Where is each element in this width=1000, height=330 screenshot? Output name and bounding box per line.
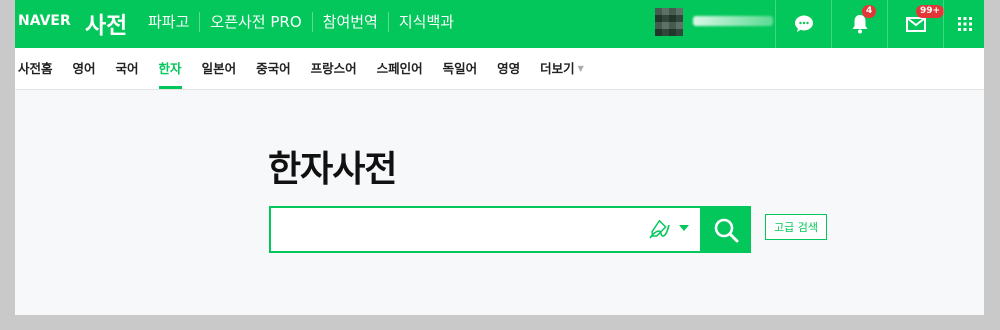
top-nav: 파파고 오픈사전 PRO 참여번역 지식백과 xyxy=(148,12,464,32)
chat-button[interactable] xyxy=(775,0,832,48)
page-frame: NAVER 사전 파파고 오픈사전 PRO 참여번역 지식백과 4 99+ 사전… xyxy=(15,0,984,315)
tab-home[interactable]: 사전홈 xyxy=(18,48,53,89)
tab-hanja[interactable]: 한자 xyxy=(158,48,182,89)
top-nav-encyclopedia[interactable]: 지식백과 xyxy=(387,12,464,32)
tab-japanese[interactable]: 일본어 xyxy=(202,48,237,89)
tab-chinese[interactable]: 중국어 xyxy=(256,48,291,89)
search-box xyxy=(269,206,751,253)
apps-grid-icon xyxy=(957,17,972,31)
chat-icon xyxy=(795,15,813,32)
tab-french[interactable]: 프랑스어 xyxy=(311,48,357,89)
user-name-blurred xyxy=(693,16,773,26)
tab-more[interactable]: 더보기 ▼ xyxy=(540,48,584,89)
search-input[interactable] xyxy=(279,216,633,245)
page-title: 한자사전 xyxy=(268,149,397,190)
tab-spanish[interactable]: 스페인어 xyxy=(377,48,423,89)
dictionary-tabs: 사전홈 영어 국어 한자 일본어 중국어 프랑스어 스페인어 독일어 영영 더보… xyxy=(15,48,984,90)
search-icon xyxy=(714,218,738,242)
chevron-down-icon: ▼ xyxy=(577,64,584,73)
top-bar: NAVER 사전 파파고 오픈사전 PRO 참여번역 지식백과 4 99+ xyxy=(15,0,984,48)
pen-icon xyxy=(649,219,670,239)
tab-german[interactable]: 독일어 xyxy=(443,48,478,89)
search-button[interactable] xyxy=(700,206,751,253)
notification-button[interactable]: 4 xyxy=(831,0,888,48)
tab-english-english[interactable]: 영영 xyxy=(497,48,520,89)
mail-icon xyxy=(906,16,926,32)
tab-english[interactable]: 영어 xyxy=(73,48,96,89)
advanced-search-button[interactable]: 고급 검색 xyxy=(765,214,827,240)
naver-logo[interactable]: NAVER xyxy=(18,13,71,29)
avatar[interactable] xyxy=(655,8,683,36)
service-title[interactable]: 사전 xyxy=(85,6,127,40)
top-nav-opendict-pro[interactable]: 오픈사전 PRO xyxy=(199,12,311,32)
apps-button[interactable] xyxy=(943,0,984,48)
mail-badge: 99+ xyxy=(916,5,945,18)
tab-korean[interactable]: 국어 xyxy=(116,48,139,89)
top-nav-translation[interactable]: 참여번역 xyxy=(311,12,388,32)
handwriting-input-button[interactable] xyxy=(647,219,673,245)
tab-more-label: 더보기 xyxy=(540,61,575,76)
top-nav-papago[interactable]: 파파고 xyxy=(148,12,199,32)
notification-badge: 4 xyxy=(862,5,877,18)
mail-button[interactable]: 99+ xyxy=(887,0,945,48)
input-mode-dropdown-icon[interactable] xyxy=(679,225,689,231)
